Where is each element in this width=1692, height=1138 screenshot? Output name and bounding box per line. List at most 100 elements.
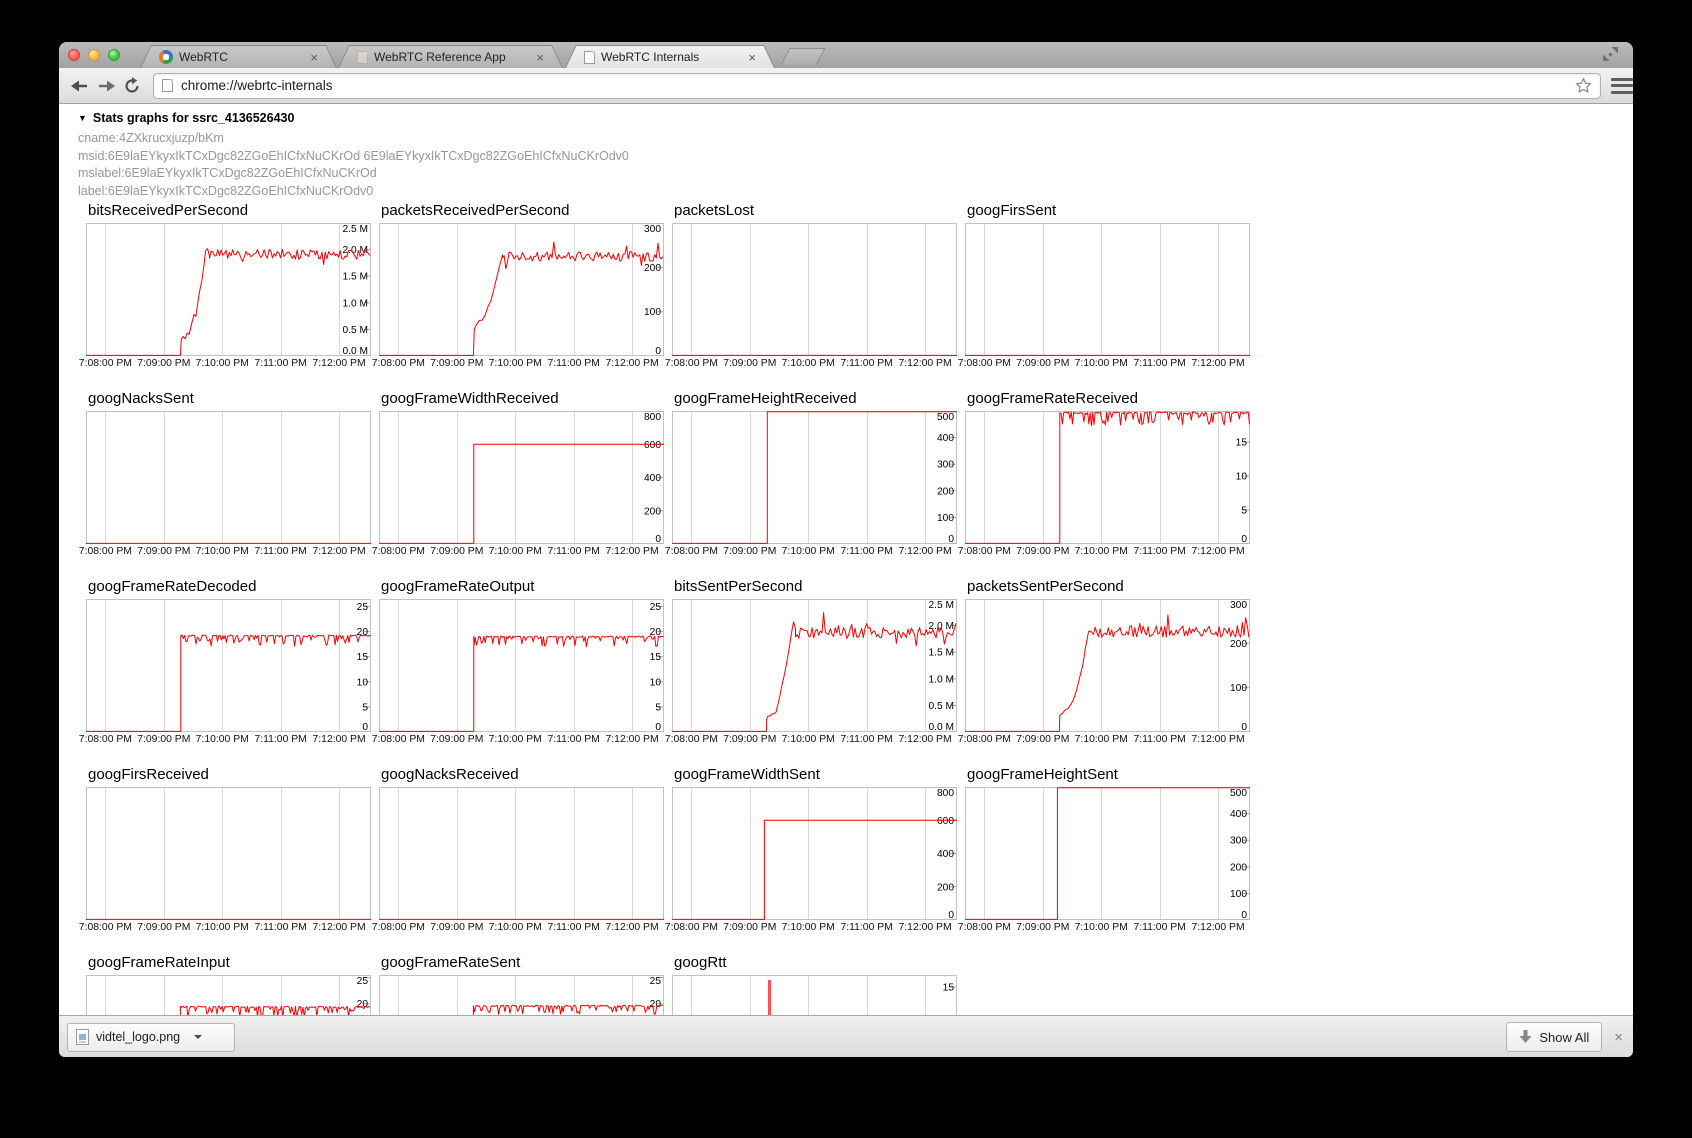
x-axis-label: 7:08:00 PM bbox=[958, 734, 1011, 745]
x-axis-label: 7:10:00 PM bbox=[196, 358, 249, 369]
x-axis-label: 7:09:00 PM bbox=[723, 546, 776, 557]
y-axis-label: 200 bbox=[644, 263, 661, 274]
menu-button[interactable] bbox=[1611, 78, 1633, 94]
reload-button[interactable] bbox=[119, 73, 145, 99]
show-all-button[interactable]: Show All bbox=[1506, 1022, 1602, 1052]
y-axis-label: 300 bbox=[937, 460, 954, 471]
chart-plot: 3002001000 bbox=[965, 599, 1250, 732]
downloads-close-icon[interactable]: × bbox=[1614, 1030, 1623, 1045]
download-item-button[interactable]: vidtel_logo.png bbox=[67, 1023, 235, 1052]
x-axis-label: 7:12:00 PM bbox=[1192, 922, 1245, 933]
chart-plot: 2520151050 bbox=[86, 975, 371, 1015]
y-axis-label: 15 bbox=[1236, 438, 1248, 449]
y-axis-label: 100 bbox=[1230, 683, 1247, 694]
x-axis-label: 7:11:00 PM bbox=[547, 734, 599, 745]
x-axis-label: 7:11:00 PM bbox=[840, 358, 892, 369]
x-axis-label: 7:11:00 PM bbox=[547, 922, 599, 933]
y-axis-label: 25 bbox=[650, 976, 662, 987]
y-axis-label: 0 bbox=[948, 910, 954, 920]
x-axis-label: 7:10:00 PM bbox=[1075, 922, 1128, 933]
y-axis-label: 600 bbox=[644, 440, 661, 451]
bookmark-star-icon[interactable] bbox=[1575, 77, 1592, 94]
x-axis: 7:08:00 PM7:09:00 PM7:10:00 PM7:11:00 PM… bbox=[672, 544, 965, 559]
tab-close-icon[interactable]: × bbox=[536, 51, 544, 64]
y-axis-label: 0 bbox=[1241, 534, 1247, 544]
x-axis-label: 7:10:00 PM bbox=[489, 734, 542, 745]
omnibox[interactable]: chrome://webrtc-internals bbox=[153, 73, 1601, 99]
chart-title: packetsReceivedPerSecond bbox=[379, 202, 672, 223]
meta-line-msid: msid:6E9laEYkyxIkTCxDgc82ZGoEhICfxNuCKrO… bbox=[78, 148, 629, 166]
x-axis: 7:08:00 PM7:09:00 PM7:10:00 PM7:11:00 PM… bbox=[379, 356, 672, 371]
chart-bitsSentPerSecond: bitsSentPerSecond2.5 M2.0 M1.5 M1.0 M0.5… bbox=[672, 578, 965, 766]
back-button[interactable] bbox=[67, 73, 93, 99]
x-axis-label: 7:08:00 PM bbox=[372, 358, 425, 369]
x-axis-label: 7:11:00 PM bbox=[840, 546, 892, 557]
downloads-bar: vidtel_logo.png Show All × bbox=[59, 1015, 1633, 1057]
new-tab-button[interactable] bbox=[780, 48, 825, 65]
x-axis-label: 7:09:00 PM bbox=[430, 358, 483, 369]
y-axis-label: 1.5 M bbox=[343, 272, 368, 283]
stats-heading[interactable]: ▼Stats graphs for ssrc_4136526430 bbox=[78, 111, 294, 125]
page-icon bbox=[584, 51, 595, 64]
chart-title: googFrameWidthSent bbox=[672, 766, 965, 787]
traffic-light-close[interactable] bbox=[68, 49, 80, 61]
y-axis-label: 0 bbox=[1241, 722, 1247, 732]
y-axis-label: 300 bbox=[1230, 836, 1247, 847]
tab-webrtc[interactable]: WebRTC × bbox=[140, 45, 337, 68]
window-resize-icon[interactable] bbox=[1602, 47, 1619, 62]
x-axis-label: 7:11:00 PM bbox=[1133, 546, 1185, 557]
page-content: ▼Stats graphs for ssrc_4136526430 cname:… bbox=[59, 104, 1633, 1015]
url-text[interactable]: chrome://webrtc-internals bbox=[181, 78, 1575, 93]
x-axis-label: 7:08:00 PM bbox=[79, 922, 132, 933]
chart-title: googNacksSent bbox=[86, 390, 379, 411]
y-axis-label: 5 bbox=[362, 702, 368, 713]
meta-line-cname: cname:4ZXkrucxjuzp/bKm bbox=[78, 130, 629, 148]
x-axis-label: 7:11:00 PM bbox=[1133, 734, 1185, 745]
chart-packetsLost: packetsLost7:08:00 PM7:09:00 PM7:10:00 P… bbox=[672, 202, 965, 390]
y-axis-label: 100 bbox=[937, 513, 954, 524]
x-axis-label: 7:10:00 PM bbox=[196, 734, 249, 745]
chart-googNacksReceived: googNacksReceived7:08:00 PM7:09:00 PM7:1… bbox=[379, 766, 672, 954]
webrtc-logo-icon bbox=[159, 50, 173, 64]
tab-close-icon[interactable]: × bbox=[748, 51, 756, 64]
y-axis-label: 2.5 M bbox=[929, 600, 954, 611]
chart-plot: 8006004002000 bbox=[672, 787, 957, 920]
y-axis-label: 15 bbox=[357, 652, 369, 663]
collapse-arrow-icon[interactable]: ▼ bbox=[78, 113, 87, 123]
x-axis-label: 7:09:00 PM bbox=[723, 922, 776, 933]
meta-line-mslabel: mslabel:6E9laEYkyxIkTCxDgc82ZGoEhICfxNuC… bbox=[78, 165, 629, 183]
y-axis-label: 300 bbox=[644, 224, 661, 235]
x-axis-label: 7:10:00 PM bbox=[782, 358, 835, 369]
x-axis-label: 7:08:00 PM bbox=[372, 922, 425, 933]
chart-plot bbox=[965, 223, 1250, 356]
stream-metadata: cname:4ZXkrucxjuzp/bKm msid:6E9laEYkyxIk… bbox=[78, 130, 629, 200]
traffic-light-zoom[interactable] bbox=[108, 49, 120, 61]
forward-button[interactable] bbox=[93, 73, 119, 99]
x-axis-label: 7:11:00 PM bbox=[840, 734, 892, 745]
chart-title: googFrameRateOutput bbox=[379, 578, 672, 599]
x-axis-label: 7:08:00 PM bbox=[958, 358, 1011, 369]
y-axis-label: 300 bbox=[1230, 600, 1247, 611]
y-axis-label: 100 bbox=[644, 307, 661, 318]
traffic-light-minimize[interactable] bbox=[88, 49, 100, 61]
chart-plot: 2520151050 bbox=[379, 975, 664, 1015]
tab-title: WebRTC Reference App bbox=[374, 50, 530, 64]
chart-googFrameWidthSent: googFrameWidthSent80060040020007:08:00 P… bbox=[672, 766, 965, 954]
x-axis-label: 7:09:00 PM bbox=[723, 358, 776, 369]
chart-plot bbox=[86, 411, 371, 544]
y-axis-label: 25 bbox=[357, 602, 369, 613]
browser-toolbar: chrome://webrtc-internals bbox=[59, 68, 1633, 104]
x-axis-label: 7:10:00 PM bbox=[489, 922, 542, 933]
chart-googFrameHeightReceived: googFrameHeightReceived50040030020010007… bbox=[672, 390, 965, 578]
tab-webrtc-reference-app[interactable]: WebRTC Reference App × bbox=[338, 45, 563, 68]
tab-close-icon[interactable]: × bbox=[310, 51, 318, 64]
x-axis-label: 7:09:00 PM bbox=[430, 922, 483, 933]
tab-webrtc-internals[interactable]: WebRTC Internals × bbox=[565, 45, 775, 68]
y-axis-label: 5 bbox=[655, 702, 661, 713]
download-dropdown-arrow-icon[interactable] bbox=[194, 1035, 202, 1039]
x-axis-label: 7:12:00 PM bbox=[606, 546, 659, 557]
chart-packetsReceivedPerSecond: packetsReceivedPerSecond30020010007:08:0… bbox=[379, 202, 672, 390]
x-axis: 7:08:00 PM7:09:00 PM7:10:00 PM7:11:00 PM… bbox=[965, 732, 1258, 747]
x-axis-label: 7:11:00 PM bbox=[547, 546, 599, 557]
chart-plot: 5004003002001000 bbox=[965, 787, 1250, 920]
